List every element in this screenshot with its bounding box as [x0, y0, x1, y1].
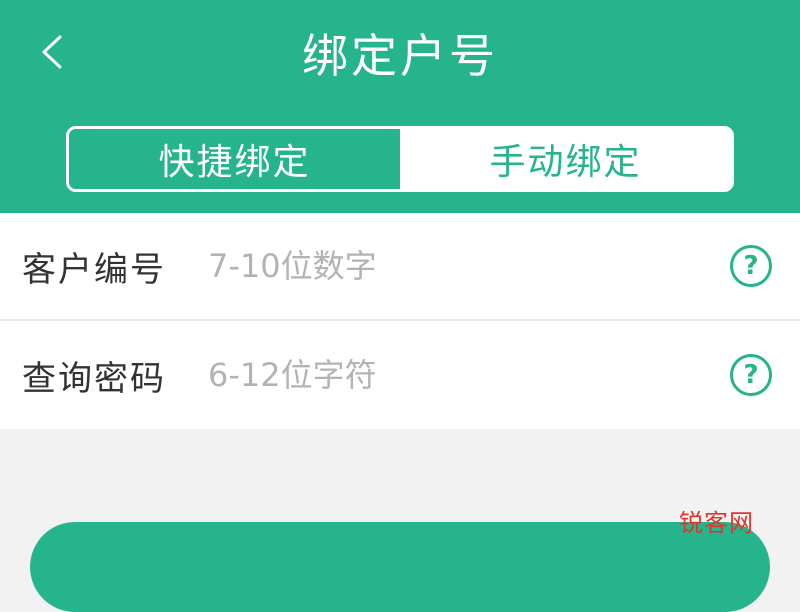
bind-form: 客户编号 ? 查询密码 ? [0, 213, 800, 429]
customer-number-label: 客户编号 [22, 249, 166, 290]
query-password-input[interactable] [208, 356, 730, 394]
page-title: 绑定户号 [302, 29, 498, 83]
help-icon[interactable]: ? [730, 245, 772, 287]
customer-number-input[interactable] [208, 247, 730, 285]
tab-manual-bind[interactable]: 手动绑定 [400, 129, 731, 189]
header-bar: 绑定户号 快捷绑定 手动绑定 [0, 0, 800, 213]
customer-number-row: 客户编号 ? [0, 213, 800, 321]
query-password-label: 查询密码 [22, 358, 166, 399]
help-icon[interactable]: ? [730, 354, 772, 396]
submit-button[interactable] [30, 522, 770, 612]
query-password-row: 查询密码 ? [0, 321, 800, 429]
binding-mode-tabs: 快捷绑定 手动绑定 [66, 126, 734, 192]
tab-quick-bind[interactable]: 快捷绑定 [69, 129, 400, 189]
watermark: 锐客网 [679, 509, 754, 537]
